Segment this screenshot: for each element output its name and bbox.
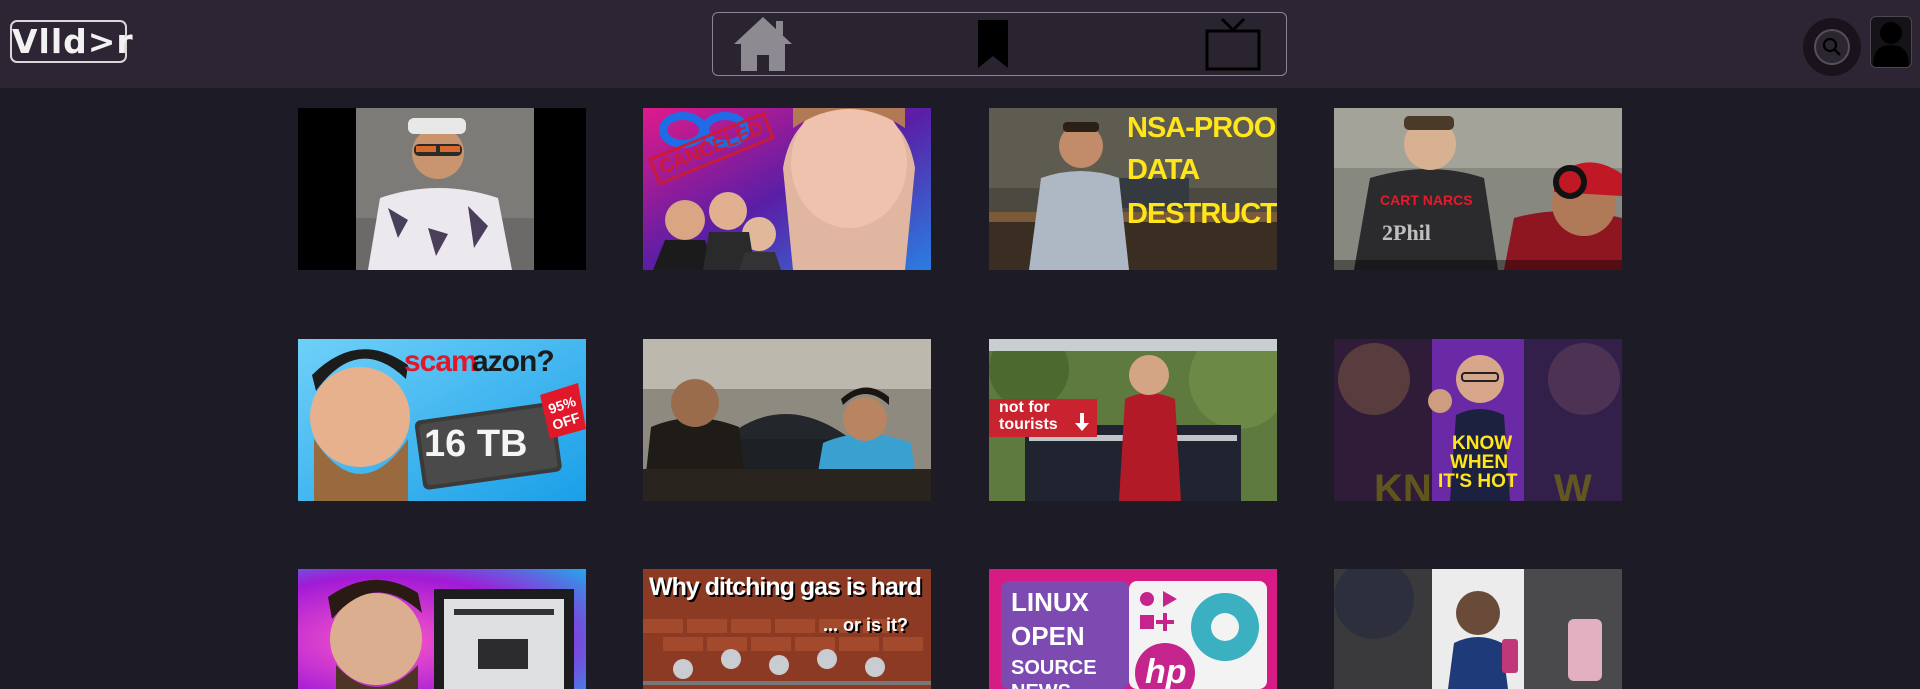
thumbnail-watermark: 2Phil <box>1382 220 1431 245</box>
video-thumbnail[interactable]: scam azon? 16 TB 95% OFF <box>298 339 586 501</box>
video-thumbnail[interactable]: NSA-PROOF DATA DESTRUCTION <box>989 108 1277 270</box>
thumbnail-title-line: NEWS <box>1011 681 1071 689</box>
thumbnail-bg-text: W <box>1554 467 1592 501</box>
arrow-down-icon <box>1075 413 1089 431</box>
main-nav <box>712 12 1287 76</box>
search-button[interactable] <box>1803 18 1861 76</box>
thumbnail-title-line: IT'S HOT <box>1438 471 1518 492</box>
video-thumbnail[interactable]: KN W KNOW WHEN IT'S HOT <box>1334 339 1622 501</box>
thumbnail-title-line: Why ditching gas is hard <box>649 573 922 601</box>
thumbnail-title-line: DESTRUCTION <box>1127 198 1277 230</box>
video-thumbnail[interactable] <box>1334 569 1622 689</box>
thumbnail-title-line: SOURCE <box>1011 657 1097 679</box>
user-icon <box>1873 22 1909 67</box>
thumbnail-capacity: 16 TB <box>424 423 528 465</box>
video-thumbnail[interactable]: Why ditching gas is hard ... or is it? <box>643 569 931 689</box>
thumbnail-title-line: DATA <box>1127 154 1200 186</box>
thumbnail-subtitle: ... or is it? <box>823 615 909 635</box>
thumbnail-title-line: NSA-PROOF <box>1127 112 1277 144</box>
video-thumbnail[interactable]: CART NARCS 2Phil <box>1334 108 1622 270</box>
bookmark-icon <box>978 20 1008 68</box>
thumbnail-bg-text: KN <box>1374 467 1432 501</box>
thumbnail-title-scam: scam <box>404 345 478 378</box>
video-thumbnail[interactable]: CANCELED <box>643 108 931 270</box>
thumbnail-title-line: OPEN <box>1011 621 1085 651</box>
thumbnail-label-line: not for <box>999 399 1050 416</box>
app-logo[interactable]: Vlld>r <box>10 20 133 63</box>
hp-logo-text: hp <box>1145 653 1187 689</box>
video-thumbnail[interactable] <box>643 339 931 501</box>
video-thumbnail[interactable]: LINUX OPEN SOURCE NEWS hp <box>989 569 1277 689</box>
tv-icon <box>1205 17 1261 71</box>
thumbnail-title-line: LINUX <box>1011 587 1089 617</box>
top-bar: Vlld>r <box>0 0 1920 88</box>
user-avatar-button[interactable] <box>1870 16 1912 68</box>
video-thumbnail[interactable]: not for tourists <box>989 339 1277 501</box>
thumbnail-caption: CART NARCS <box>1380 192 1473 208</box>
nav-home-button[interactable] <box>728 13 798 75</box>
thumbnail-title-azon: azon? <box>472 345 555 378</box>
nav-tv-button[interactable] <box>1203 13 1263 75</box>
video-thumbnail[interactable] <box>298 569 586 689</box>
thumbnail-label-line: tourists <box>999 416 1058 433</box>
search-icon <box>1822 37 1841 56</box>
video-thumbnail[interactable] <box>298 108 586 270</box>
nav-bookmarks-button[interactable] <box>968 13 1018 75</box>
home-icon <box>734 17 792 71</box>
